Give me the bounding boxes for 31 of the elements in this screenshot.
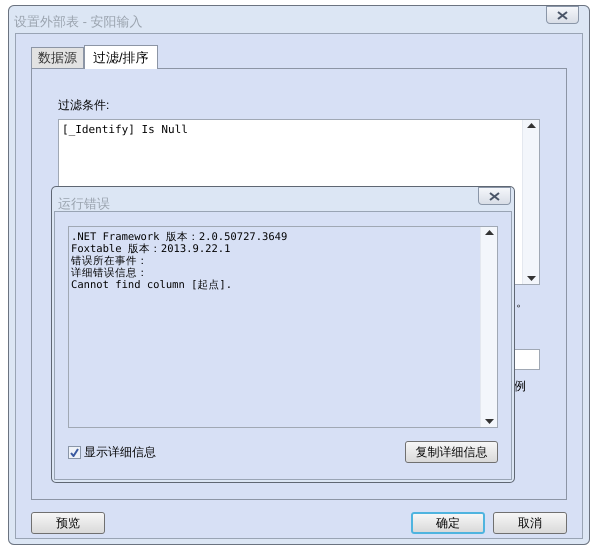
scroll-up-icon (526, 123, 536, 128)
error-details-textarea[interactable]: .NET Framework 版本：2.0.50727.3649 Foxtable 版本：2013.9.22.1 错误所在事件： 详细错误信息： Cannot find column [起点]. (68, 226, 498, 428)
tab[interactable]: 数据源 (31, 47, 84, 68)
text-fragment: 。 (516, 294, 528, 311)
checkbox[interactable] (68, 446, 81, 458)
text-fragment: 例 (514, 378, 526, 395)
dialog-button[interactable]: 确定 (411, 512, 485, 534)
scroll-down-icon (526, 276, 536, 281)
scroll-down-icon (484, 419, 494, 424)
tab[interactable]: 过滤/排序 (84, 45, 158, 69)
copy-details-button[interactable]: 复制详细信息 (405, 441, 498, 463)
close-icon (489, 192, 500, 200)
window-title: 设置外部表 - 安阳输入 (14, 13, 143, 31)
filter-text: [_Identify] Is Null (62, 122, 188, 138)
close-button[interactable] (478, 187, 511, 205)
close-button[interactable] (546, 6, 579, 24)
checkmark-icon (70, 448, 79, 456)
error-detail-line: Cannot find column [起点]. (71, 279, 232, 291)
filter-label: 过滤条件: (58, 97, 110, 114)
close-icon (557, 10, 568, 20)
error-detail-line: 错误所在事件： (71, 255, 148, 267)
error-detail-line: Foxtable 版本：2013.9.22.1 (71, 243, 230, 255)
error-detail-line: 详细错误信息： (71, 267, 148, 279)
error-detail-line: .NET Framework 版本：2.0.50727.3649 (71, 231, 288, 243)
scrollbar[interactable] (522, 120, 539, 284)
dialog-button[interactable]: 取消 (493, 512, 567, 534)
scrollbar[interactable] (480, 227, 497, 427)
error-dialog-title: 运行错误 (58, 195, 110, 213)
scroll-up-icon (484, 230, 494, 235)
show-details-checkbox[interactable]: 显示详细信息 (68, 443, 156, 461)
dialog-button[interactable]: 预览 (31, 512, 105, 534)
